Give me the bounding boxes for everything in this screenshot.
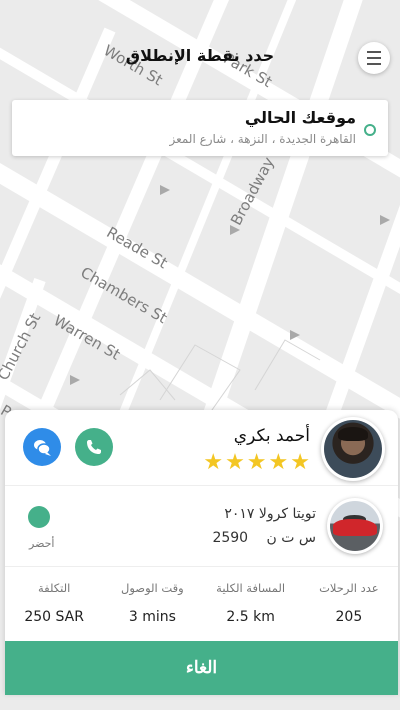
- phone-icon: [87, 440, 101, 454]
- status-indicator: [28, 506, 50, 528]
- star-icon: ★: [203, 450, 224, 475]
- location-address: القاهرة الجديدة ، النزهة ، شارع المعز: [169, 132, 356, 146]
- driver-rating: ★ ★ ★ ★ ★: [203, 452, 310, 474]
- stat-value: 205: [335, 609, 363, 625]
- location-dot-icon: [364, 124, 376, 136]
- stat-label: عدد الرحلات: [319, 581, 379, 595]
- driver-avatar: [321, 417, 385, 481]
- chat-button[interactable]: [23, 428, 61, 466]
- car-model: تويتا كرولا ٢٠١٧: [224, 506, 316, 522]
- trip-details-panel: أحمد بكري ★ ★ ★ ★ ★ تويتا كرولا ٢٠١٧ س ت…: [5, 410, 398, 695]
- cancel-button[interactable]: الغاء: [5, 641, 398, 695]
- hamburger-icon: [367, 49, 381, 67]
- stat-label: التكلفة: [37, 581, 71, 595]
- menu-button[interactable]: [358, 42, 390, 74]
- stat-value: 2.5 km: [226, 609, 275, 625]
- star-icon: ★: [225, 450, 245, 475]
- vehicle-section: تويتا كرولا ٢٠١٧ س ت ن 2590 أحضر: [5, 485, 398, 567]
- driver-section: أحمد بكري ★ ★ ★ ★ ★: [5, 410, 398, 485]
- stat-label: المسافة الكلية: [216, 581, 286, 595]
- plate-number: 2590: [212, 530, 249, 546]
- star-icon: ★: [290, 450, 310, 475]
- page-title: حدد نقطة الإنطلاق: [125, 46, 275, 65]
- pickup-location-card[interactable]: موقعك الحالي القاهرة الجديدة ، النزهة ، …: [12, 100, 388, 156]
- stat-distance: المسافة الكلية 2.5 km: [202, 567, 300, 637]
- status-label: أحضر: [29, 537, 55, 550]
- trip-stats: عدد الرحلات 205 المسافة الكلية 2.5 km وق…: [5, 567, 398, 637]
- stat-arrival: وقت الوصول 3 mins: [103, 567, 201, 637]
- stat-cost: التكلفة 250 SAR: [5, 567, 103, 637]
- car-image: [327, 498, 383, 554]
- stat-value: 3 mins: [128, 609, 176, 625]
- driver-name: أحمد بكري: [233, 426, 310, 446]
- star-icon: ★: [246, 450, 267, 475]
- stat-label: وقت الوصول: [121, 581, 184, 595]
- stat-trips: عدد الرحلات 205: [300, 567, 398, 637]
- chat-bubble-icon: [34, 440, 51, 456]
- star-icon: ★: [268, 450, 289, 475]
- call-button[interactable]: [75, 428, 113, 466]
- location-title: موقعك الحالي: [244, 108, 356, 127]
- car-plate: س ت ن 2590: [198, 530, 316, 546]
- plate-letters: س ت ن: [266, 530, 316, 546]
- stat-value: 250 SAR: [24, 609, 84, 625]
